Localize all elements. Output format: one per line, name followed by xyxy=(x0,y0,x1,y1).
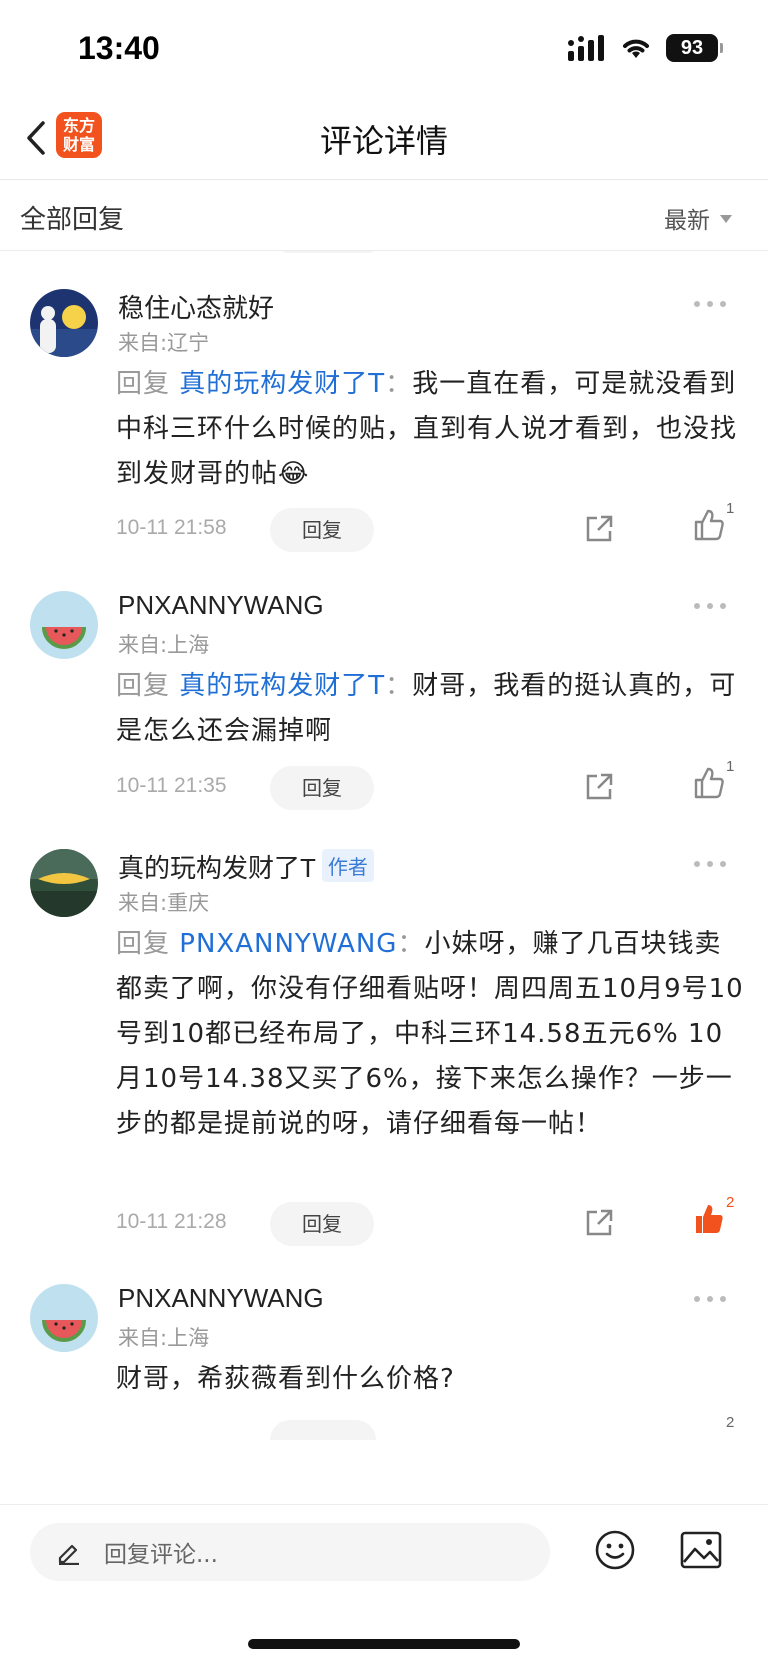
thumbs-up-icon[interactable] xyxy=(693,508,725,542)
page-title: 评论详情 xyxy=(319,122,448,160)
comment-meta: 10-11 21:35 回复 1 xyxy=(116,758,736,810)
reply-button-partial xyxy=(275,251,381,253)
reply-button-partial[interactable] xyxy=(270,1420,376,1440)
sort-dropdown-label: 最新 xyxy=(664,208,710,234)
comment-time: 10-11 21:28 xyxy=(116,1210,227,1233)
comment-time: 10-11 21:58 xyxy=(116,516,227,539)
reply-target-link[interactable]: PNXANNYWANG xyxy=(179,929,397,959)
comment-text[interactable]: 回复 PNXANNYWANG：小妹呀，赚了几百块钱卖都卖了啊，你没有仔细看贴呀！… xyxy=(116,922,746,1147)
share-icon[interactable] xyxy=(584,772,614,802)
commenter-name-text: 真的玩构发财了T xyxy=(118,853,316,883)
commenter-name[interactable]: 稳住心态就好 xyxy=(118,288,274,325)
pencil-icon xyxy=(58,1544,79,1565)
comment-text[interactable]: 回复 真的玩构发财了T：财哥，我看的挺认真的，可是怎么还会漏掉啊 xyxy=(116,664,746,754)
more-options-button[interactable] xyxy=(694,1294,726,1304)
reply-prefix: 回复 xyxy=(116,671,171,701)
sort-dropdown[interactable]: 最新 xyxy=(664,201,732,235)
nav-bar: 东方财富 评论详情 xyxy=(0,100,768,180)
commenter-name[interactable]: PNXANNYWANG xyxy=(118,1283,324,1314)
like-count: 1 xyxy=(726,500,735,517)
like-count: 2 xyxy=(726,1414,735,1431)
avatar[interactable] xyxy=(30,1284,98,1352)
status-bar: 13:40 93 xyxy=(0,0,768,100)
commenter-location: 来自:上海 xyxy=(118,1326,210,1350)
battery-indicator: 93 xyxy=(666,34,723,62)
home-indicator xyxy=(248,1639,520,1649)
commenter-location: 来自:重庆 xyxy=(118,891,210,915)
comment-text[interactable]: 回复 真的玩构发财了T：我一直在看，可是就没看到中科三环什么时候的贴，直到有人说… xyxy=(116,362,746,497)
comment-text[interactable]: 财哥，希荻薇看到什么价格? xyxy=(116,1357,746,1402)
reply-prefix: 回复 xyxy=(116,929,171,959)
cellular-signal-icon xyxy=(568,35,604,61)
like-count: 1 xyxy=(726,758,735,775)
avatar[interactable] xyxy=(30,289,98,357)
sort-bar: 全部回复 最新 xyxy=(0,181,768,251)
section-title: 全部回复 xyxy=(20,205,125,235)
comment-meta: 10-11 21:28 回复 2 xyxy=(116,1194,736,1246)
reply-prefix: 回复 xyxy=(116,369,171,399)
commenter-location: 来自:辽宁 xyxy=(118,331,210,355)
like-count: 2 xyxy=(726,1194,735,1211)
image-icon[interactable] xyxy=(680,1531,722,1569)
avatar[interactable] xyxy=(30,849,98,917)
wifi-icon xyxy=(623,39,649,58)
comment-meta: 10-11 21:58 回复 1 xyxy=(116,500,736,552)
more-options-button[interactable] xyxy=(694,601,726,611)
share-icon[interactable] xyxy=(584,514,614,544)
status-time: 13:40 xyxy=(78,30,160,66)
comment-time: 10-11 21:35 xyxy=(116,774,227,797)
reply-button[interactable]: 回复 xyxy=(270,508,374,552)
share-icon[interactable] xyxy=(584,1208,614,1238)
reply-button[interactable]: 回复 xyxy=(270,766,374,810)
reply-input-placeholder: 回复评论... xyxy=(104,1542,218,1568)
reply-target-link[interactable]: 真的玩构发财了T xyxy=(179,369,385,399)
bottom-reply-bar: 回复评论... xyxy=(0,1504,768,1663)
avatar[interactable] xyxy=(30,591,98,659)
more-options-button[interactable] xyxy=(694,299,726,309)
commenter-name[interactable]: PNXANNYWANG xyxy=(118,590,324,621)
author-badge: 作者 xyxy=(321,849,374,882)
thumbs-up-active-icon[interactable] xyxy=(693,1202,725,1236)
previous-comment-remnant xyxy=(0,251,768,259)
emoji-icon[interactable] xyxy=(594,1529,636,1571)
reply-target-link[interactable]: 真的玩构发财了T xyxy=(179,671,385,701)
thumbs-up-icon[interactable] xyxy=(693,766,725,800)
comment-list[interactable]: 稳住心态就好 来自:辽宁 回复 真的玩构发财了T：我一直在看，可是就没看到中科三… xyxy=(0,251,768,1504)
commenter-name[interactable]: 真的玩构发财了T 作者 xyxy=(118,848,374,885)
comment-body: 小妹呀，赚了几百块钱卖都卖了啊，你没有仔细看贴呀！周四周五10月9号10号到10… xyxy=(116,929,744,1139)
status-icons: 93 xyxy=(568,34,723,62)
reply-input[interactable]: 回复评论... xyxy=(30,1523,550,1581)
reply-button[interactable]: 回复 xyxy=(270,1202,374,1246)
chevron-down-icon xyxy=(720,215,732,223)
commenter-location: 来自:上海 xyxy=(118,633,210,657)
more-options-button[interactable] xyxy=(694,859,726,869)
